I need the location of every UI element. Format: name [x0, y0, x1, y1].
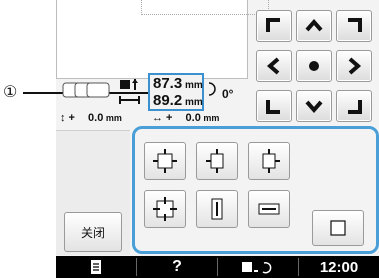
resize-all-directions-icon: [153, 197, 177, 221]
right-arrow-icon: [348, 57, 362, 75]
hoop-icon: [62, 82, 110, 98]
top-left-corner-icon: [266, 18, 280, 32]
resize-all-directions-button[interactable]: [144, 190, 186, 228]
vertical-offset-unit: mm: [105, 113, 122, 123]
horizontal-offset-icon: ↔ +: [152, 112, 173, 124]
presser-foot-status-icon: [242, 261, 272, 274]
vertical-offset-readout: ↕ + 0.0 mm: [60, 112, 122, 124]
width-value: 89.2: [153, 92, 183, 109]
width-readout: 89.2 mm: [153, 92, 203, 109]
move-down-button[interactable]: [296, 90, 332, 122]
horizontal-offset-readout: ↔ + 0.0 mm: [152, 112, 219, 124]
horizontal-offset-value: 0.0: [185, 112, 201, 124]
square-icon: [330, 220, 346, 236]
height-unit: mm: [184, 80, 203, 91]
resize-proportional-icon: [153, 149, 177, 173]
up-arrow-icon: [305, 18, 323, 32]
pattern-preview: [56, 0, 269, 79]
resize-proportional-button[interactable]: [144, 142, 186, 180]
width-unit: mm: [184, 97, 203, 108]
resize-width-left-button[interactable]: [196, 142, 238, 180]
move-top-right-button[interactable]: [336, 10, 372, 42]
resize-width-left-icon: [206, 149, 224, 173]
move-top-left-button[interactable]: [256, 10, 292, 42]
move-bottom-right-button[interactable]: [336, 90, 372, 122]
pattern-outline: [141, 0, 269, 15]
height-readout: 87.3 mm: [153, 75, 203, 92]
help-button[interactable]: ?: [137, 256, 217, 278]
size-readout: 87.3 mm 89.2 mm: [148, 73, 204, 111]
center-dot-icon: [309, 61, 319, 71]
horizontal-offset-unit: mm: [203, 113, 220, 123]
select-frame-button[interactable]: [312, 210, 364, 246]
resize-width-right-button[interactable]: [248, 142, 290, 180]
height-value: 87.3: [153, 75, 183, 92]
rotation-icon: [208, 82, 216, 96]
resize-height-icon: [211, 198, 223, 220]
close-button[interactable]: 关闭: [64, 212, 122, 252]
top-right-corner-icon: [348, 18, 362, 32]
clock: 12:00: [319, 258, 359, 276]
callout-marker: ①: [3, 84, 18, 101]
vertical-offset-icon: ↕ +: [60, 112, 75, 124]
bottom-right-corner-icon: [348, 100, 362, 114]
resize-horizontal-button[interactable]: [248, 190, 290, 228]
document-icon: [91, 260, 101, 274]
status-indicator: [218, 256, 298, 278]
left-arrow-icon: [266, 57, 280, 75]
resize-horizontal-icon: [258, 203, 280, 215]
vertical-offset-value: 0.0: [88, 112, 104, 124]
down-arrow-icon: [305, 100, 323, 114]
width-size-icon: [119, 96, 140, 104]
move-up-button[interactable]: [296, 10, 332, 42]
move-left-button[interactable]: [256, 50, 292, 82]
bottom-left-corner-icon: [266, 100, 280, 114]
move-right-button[interactable]: [336, 50, 372, 82]
height-size-icon: [120, 79, 138, 90]
rotation-value: 0°: [222, 87, 234, 101]
move-center-button[interactable]: [296, 50, 332, 82]
move-bottom-left-button[interactable]: [256, 90, 292, 122]
resize-height-button[interactable]: [196, 190, 238, 228]
document-button[interactable]: [56, 256, 136, 278]
resize-width-right-icon: [262, 149, 280, 173]
bottom-bar: ? 12:00: [56, 256, 379, 278]
